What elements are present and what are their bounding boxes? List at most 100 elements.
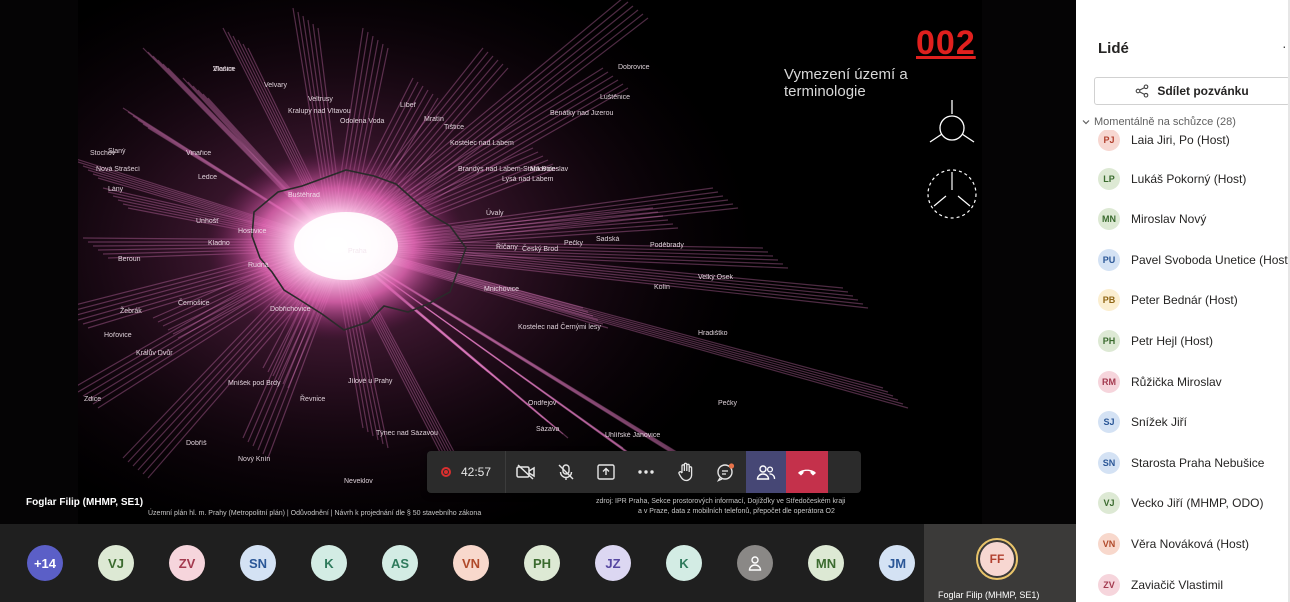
- share-invite-button[interactable]: Sdílet pozvánku: [1094, 77, 1290, 105]
- shared-slide: Zlonice Velvary Veltrusy Kralupy nad Vltavo…: [78, 0, 982, 524]
- participant-list-item[interactable]: PH Petr Hejl (Host): [1098, 328, 1213, 354]
- map-place-label: Milovice: [530, 166, 556, 173]
- participant-list-item[interactable]: SJ Snížek Jiří: [1098, 409, 1187, 435]
- map-place-label: Vlašim: [213, 66, 235, 73]
- participant-tile-avatar[interactable]: VN: [453, 545, 489, 581]
- recording-icon: [441, 467, 451, 477]
- participant-tile-avatar[interactable]: JM: [879, 545, 915, 581]
- participant-avatar: PB: [1098, 289, 1120, 312]
- camera-toggle-button[interactable]: [506, 451, 546, 493]
- section-label: Momentálně na schůzce (28): [1094, 116, 1236, 128]
- map-place-label: Lány: [108, 186, 124, 193]
- participant-tile-avatar[interactable]: ZV: [169, 545, 205, 581]
- map-place-label: Kostelec nad Labem: [450, 140, 514, 147]
- participant-avatar: PJ: [1098, 130, 1120, 151]
- map-place-label: Pečky: [718, 400, 738, 407]
- participant-tile-avatar[interactable]: AS: [382, 545, 418, 581]
- self-name-label: Foglar Filip (MHMP, SE1): [938, 590, 1040, 600]
- participant-tile-avatar[interactable]: VJ: [98, 545, 134, 581]
- self-video-tile[interactable]: FF Foglar Filip (MHMP, SE1): [924, 524, 1076, 602]
- map-place-label: Zdice: [84, 396, 102, 403]
- map-place-label: Sadská: [596, 236, 620, 243]
- map-place-label: Odolena Voda: [340, 118, 385, 125]
- hang-up-icon: [798, 469, 817, 476]
- map-place-label: Mnichovice: [484, 286, 520, 293]
- participant-avatar: VN: [1098, 533, 1120, 555]
- map-place-label: Dobříš: [186, 440, 207, 447]
- share-icon: [1135, 84, 1149, 98]
- participant-avatar: PU: [1098, 248, 1120, 271]
- participant-list-item[interactable]: LP Lukáš Pokorný (Host): [1098, 166, 1246, 192]
- map-place-label: Řevnice: [300, 396, 326, 403]
- map-place-label: Kolín: [654, 284, 670, 291]
- more-actions-button[interactable]: [626, 451, 666, 493]
- participant-avatar: RM: [1098, 370, 1120, 393]
- map-place-label: Hostivice: [238, 228, 267, 235]
- map-place-label: Neveklov: [344, 478, 373, 485]
- map-place-label: Dobrovice: [618, 64, 650, 71]
- chevron-down-icon: [1082, 120, 1090, 125]
- participant-list-item[interactable]: ZV Zaviačič Vlastimil: [1098, 572, 1223, 598]
- ellipsis-icon: [638, 470, 654, 474]
- participant-avatar: PH: [1098, 330, 1120, 352]
- chat-icon: [716, 463, 735, 482]
- map-place-label: Benátky nad Jizerou: [550, 110, 614, 117]
- participant-list-item[interactable]: RM Růžička Miroslav: [1098, 369, 1222, 395]
- map-place-label: Týnec nad Sázavou: [376, 430, 438, 437]
- map-place-label: Líbeř: [400, 102, 416, 109]
- participant-name: Vecko Jiří (MHMP, ODO): [1131, 496, 1264, 511]
- people-icon: [756, 465, 776, 480]
- map-place-label: Kralupy nad Vltavou: [288, 108, 351, 115]
- participant-list-item[interactable]: PU Pavel Svoboda Unetice (Host): [1098, 247, 1290, 273]
- chat-button[interactable]: [706, 451, 746, 493]
- leave-call-button[interactable]: [786, 451, 829, 493]
- participant-name: Petr Hejl (Host): [1131, 334, 1214, 348]
- share-invite-label: Sdílet pozvánku: [1157, 84, 1249, 98]
- map-place-label: Nová Strašecí: [96, 166, 140, 173]
- slide-number: 002: [916, 24, 976, 62]
- participant-avatar: MN: [1098, 208, 1120, 231]
- map-place-label: Kladno: [208, 240, 230, 247]
- share-content-button[interactable]: [586, 451, 626, 493]
- participant-list-item[interactable]: PB Peter Bednár (Host): [1098, 287, 1238, 313]
- map-place-label: Uhlířské Janovice: [605, 432, 661, 439]
- participant-avatar: VJ: [1098, 492, 1120, 515]
- participant-name: Snížek Jiří: [1131, 415, 1188, 430]
- map-place-label: Český Brod: [522, 246, 559, 253]
- map-place-label: Beroun: [118, 256, 141, 263]
- map-place-label: Buštěhrad: [288, 192, 320, 199]
- map-place-label: Dobřichovice: [270, 306, 311, 313]
- participant-name: Miroslav Nový: [1131, 212, 1207, 227]
- participant-list-item[interactable]: MN Miroslav Nový: [1098, 206, 1206, 232]
- participant-list-item[interactable]: VN Věra Nováková (Host): [1098, 531, 1249, 557]
- participant-tile-avatar[interactable]: MN: [808, 545, 844, 581]
- map-place-label: Mratín: [424, 116, 444, 123]
- participant-tile-avatar[interactable]: K: [666, 545, 702, 581]
- participant-tile-avatar[interactable]: [737, 545, 773, 581]
- map-place-label: Říčany: [496, 244, 518, 251]
- participant-tile-avatar[interactable]: PH: [524, 545, 560, 581]
- participant-list-item[interactable]: PJ Laia Jiri, Po (Host): [1098, 130, 1230, 153]
- participant-avatar: LP: [1098, 167, 1120, 190]
- raise-hand-button[interactable]: [666, 451, 706, 493]
- map-place-label: Vinařice: [186, 150, 212, 157]
- map-place-label: Kostelec nad Černými lesy: [518, 324, 601, 331]
- participant-name: Věra Nováková (Host): [1131, 537, 1250, 551]
- microphone-toggle-button[interactable]: [546, 451, 586, 493]
- mic-off-icon: [558, 464, 574, 480]
- participant-tile-avatar[interactable]: JZ: [595, 545, 631, 581]
- map-place-label: Hořovice: [104, 332, 132, 339]
- map-place-label: Veltrusy: [308, 96, 333, 103]
- participant-tile-avatar[interactable]: K: [311, 545, 347, 581]
- map-place-label: Pečky: [564, 240, 584, 247]
- participant-name: Starosta Praha Nebušice: [1131, 455, 1265, 470]
- more-participants-tile[interactable]: +14: [27, 545, 63, 581]
- participant-avatar: SJ: [1098, 411, 1120, 434]
- participants-button[interactable]: [746, 451, 787, 493]
- participant-list-item[interactable]: SN Starosta Praha Nebušice: [1098, 450, 1264, 476]
- recording-timer: 42:57: [427, 451, 507, 493]
- in-meeting-section-header[interactable]: Momentálně na schůzce (28): [1082, 116, 1236, 128]
- shared-content-stage[interactable]: Zlonice Velvary Veltrusy Kralupy nad Vltavo…: [0, 0, 1076, 524]
- participant-list-item[interactable]: VJ Vecko Jiří (MHMP, ODO): [1098, 490, 1263, 516]
- participant-tile-avatar[interactable]: SN: [240, 545, 276, 581]
